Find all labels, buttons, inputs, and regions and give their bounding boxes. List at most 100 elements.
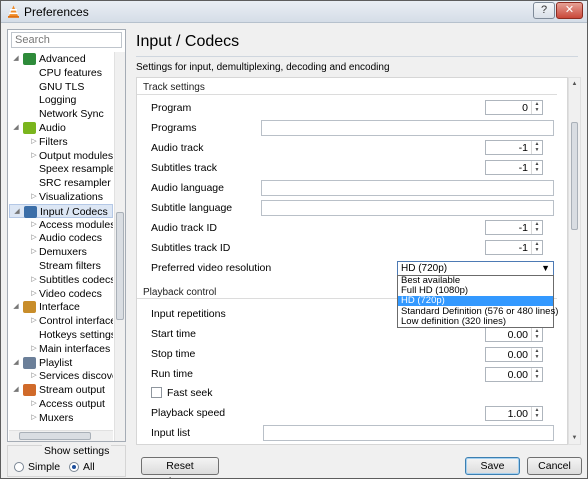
spin-arrows-icon[interactable]: ▲ ▼ (531, 328, 542, 341)
reset-preferences-button[interactable]: Reset Preferences (141, 457, 219, 478)
sidebar-item[interactable]: ▷ Filters (9, 135, 113, 149)
category-tree: ◢ Advanced CPU features GNU TLS Logging Netwo… (9, 52, 113, 441)
audio-track-spinbox[interactable]: -1 ▲ ▼ (485, 140, 543, 155)
sidebar-item[interactable]: ◢ Stream output (9, 383, 113, 397)
sidebar-item[interactable]: SRC resampler (9, 176, 113, 190)
sidebar-item[interactable]: Stream filters (9, 259, 113, 273)
stop-time-spinbox[interactable]: 0.00 ▲ ▼ (485, 347, 543, 362)
sidebar-item[interactable]: ▷ Visualizations (9, 190, 113, 204)
collapsed-arrow-icon[interactable]: ▷ (29, 245, 39, 259)
simple-radio-dot[interactable] (14, 462, 24, 472)
spin-arrows-icon[interactable]: ▲ ▼ (531, 368, 542, 381)
sidebar-item[interactable]: ▷Control interfaces (9, 314, 113, 328)
sidebar-scroll-thumb[interactable] (116, 212, 124, 320)
sidebar-item[interactable]: ▷ Main interfaces (9, 342, 113, 356)
sidebar-item[interactable]: CPU features (9, 66, 113, 80)
settings-content: Track settings Program 0 ▲ ▼ Programs Aud… (136, 77, 568, 445)
close-button[interactable]: ✕ (556, 2, 583, 19)
sidebar-item[interactable]: ◢ Playlist (9, 356, 113, 370)
sidebar-item-label: Access modules (39, 218, 113, 231)
sidebar-item[interactable]: ▷ Audio codecs (9, 231, 113, 245)
sidebar-item[interactable]: ◢ Audio (9, 121, 113, 135)
collapsed-arrow-icon[interactable]: ▷ (29, 342, 39, 356)
sidebar-item-label: Video codecs (39, 287, 102, 300)
collapsed-arrow-icon[interactable]: ▷ (29, 149, 39, 163)
spin-arrows-icon[interactable]: ▲ ▼ (531, 221, 542, 234)
sidebar-item-label: Audio codecs (39, 232, 103, 245)
search-input[interactable] (11, 32, 122, 48)
sidebar-item[interactable]: Network Sync (9, 107, 113, 121)
sidebar-item-label: Speex resampler (39, 163, 113, 176)
sidebar-item[interactable]: ◢ Input / Codecs (9, 203, 113, 218)
sidebar-item[interactable]: ▷Services discovery (9, 369, 113, 383)
collapsed-arrow-icon[interactable]: ▷ (29, 314, 39, 328)
subtitles-track-id-spinbox[interactable]: -1 ▲ ▼ (485, 240, 543, 255)
scroll-up-icon[interactable]: ▲ (569, 78, 580, 90)
audio-language-field[interactable] (261, 180, 554, 196)
sidebar-item[interactable]: Logging (9, 93, 113, 107)
sidebar-hscroll-thumb[interactable] (19, 432, 91, 440)
expanded-arrow-icon[interactable]: ◢ (11, 383, 21, 397)
sidebar-horizontal-scrollbar[interactable] (9, 430, 113, 441)
page-subtitle: Settings for input, demultiplexing, deco… (136, 62, 390, 73)
program-spinbox[interactable]: 0 ▲ ▼ (485, 100, 543, 115)
spin-arrows-icon[interactable]: ▲ ▼ (531, 101, 542, 114)
expanded-arrow-icon[interactable]: ◢ (11, 52, 21, 66)
run-time-spinbox[interactable]: 0.00 ▲ ▼ (485, 367, 543, 382)
resolution-option[interactable]: HD (720p) (398, 296, 553, 307)
sidebar-item[interactable]: ▷ Subtitles codecs (9, 273, 113, 287)
sidebar-item[interactable]: GNU TLS (9, 80, 113, 94)
start-time-spinbox[interactable]: 0.00 ▲ ▼ (485, 327, 543, 342)
sidebar-vertical-scrollbar[interactable] (114, 52, 125, 441)
sidebar-item[interactable]: ▷ Access modules (9, 218, 113, 232)
sidebar-item-label: Stream output (39, 384, 105, 397)
collapsed-arrow-icon[interactable]: ▷ (29, 190, 39, 204)
scroll-down-icon[interactable]: ▼ (569, 432, 580, 444)
spin-arrows-icon[interactable]: ▲ ▼ (531, 241, 542, 254)
expanded-arrow-icon[interactable]: ◢ (11, 356, 21, 370)
sidebar-item[interactable]: ▷ Output modules (9, 149, 113, 163)
subtitles-track-spinbox[interactable]: -1 ▲ ▼ (485, 160, 543, 175)
collapsed-arrow-icon[interactable]: ▷ (29, 397, 39, 411)
collapsed-arrow-icon[interactable]: ▷ (29, 411, 39, 425)
preferred-resolution-combo[interactable]: HD (720p) ▼ (397, 261, 554, 276)
sidebar-item[interactable]: ▷ Demuxers (9, 245, 113, 259)
playback-speed-spinbox[interactable]: 1.00 ▲ ▼ (485, 406, 543, 421)
cancel-button[interactable]: Cancel (527, 457, 582, 475)
expanded-arrow-icon[interactable]: ◢ (11, 121, 21, 135)
program-value: 0 (522, 102, 528, 114)
sidebar-item[interactable]: ◢ Interface (9, 300, 113, 314)
expanded-arrow-icon[interactable]: ◢ (11, 300, 21, 314)
sidebar-item[interactable]: ▷ Muxers (9, 411, 113, 425)
collapsed-arrow-icon[interactable]: ▷ (29, 231, 39, 245)
settings-scroll-thumb[interactable] (571, 122, 578, 230)
settings-vertical-scrollbar[interactable]: ▲ ▼ (568, 77, 581, 445)
chevron-down-icon[interactable]: ▼ (541, 263, 550, 273)
spin-arrows-icon[interactable]: ▲ ▼ (531, 407, 542, 420)
spin-arrows-icon[interactable]: ▲ ▼ (531, 161, 542, 174)
collapsed-arrow-icon[interactable]: ▷ (29, 369, 39, 383)
spin-arrows-icon[interactable]: ▲ ▼ (531, 141, 542, 154)
input-list-field[interactable] (263, 425, 554, 441)
resolution-option[interactable]: Low definition (320 lines) (398, 316, 553, 327)
audio-track-id-spinbox[interactable]: -1 ▲ ▼ (485, 220, 543, 235)
audio-icon (23, 122, 36, 134)
sidebar-item[interactable]: Hotkeys settings (9, 328, 113, 342)
sidebar-item[interactable]: ◢ Advanced (9, 52, 113, 66)
fast-seek-checkbox[interactable] (151, 387, 162, 398)
help-button[interactable]: ? (533, 2, 555, 19)
window-title: Preferences (24, 5, 89, 19)
collapsed-arrow-icon[interactable]: ▷ (29, 135, 39, 149)
save-button[interactable]: Save (465, 457, 520, 475)
sidebar-item[interactable]: Speex resampler (9, 162, 113, 176)
sidebar-item[interactable]: ▷ Video codecs (9, 287, 113, 301)
sidebar-item-label: Visualizations (39, 191, 104, 203)
subtitle-language-field[interactable] (261, 200, 554, 216)
programs-field[interactable] (261, 120, 554, 136)
collapsed-arrow-icon[interactable]: ▷ (29, 273, 39, 287)
collapsed-arrow-icon[interactable]: ▷ (29, 287, 39, 301)
sidebar-item[interactable]: ▷ Access output (9, 397, 113, 411)
all-radio-dot[interactable] (69, 462, 79, 472)
spin-arrows-icon[interactable]: ▲ ▼ (531, 348, 542, 361)
collapsed-arrow-icon[interactable]: ▷ (29, 218, 39, 232)
